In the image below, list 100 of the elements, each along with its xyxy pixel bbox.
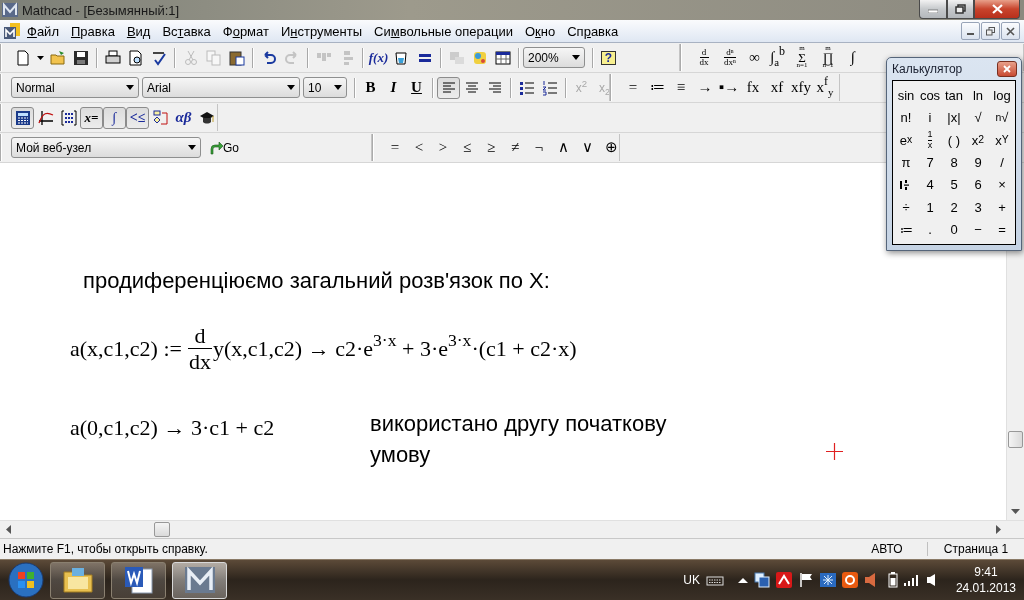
horizontal-scrollbar[interactable] xyxy=(0,520,1024,538)
calculator-key[interactable]: tan xyxy=(942,84,966,107)
derivative-button[interactable]: dⁿ dxⁿ xyxy=(717,46,743,69)
restore-button[interactable] xyxy=(981,22,1000,40)
calculus-button[interactable]: ∫ xyxy=(103,106,126,129)
calculator-key[interactable]: 5 xyxy=(942,173,966,197)
calculator-key[interactable]: ( ) xyxy=(942,128,966,152)
calculator-key[interactable]: 9 xyxy=(966,151,990,174)
evaluation-button[interactable]: x= xyxy=(80,106,103,129)
help-button[interactable]: ? xyxy=(597,46,620,69)
derivative-button[interactable]: d dx xyxy=(691,46,717,69)
calculator-key[interactable]: = xyxy=(990,218,1014,241)
window-title: Mathcad - [Безымянный:1] xyxy=(22,2,180,18)
minimize-button[interactable] xyxy=(919,0,947,19)
calculator-key[interactable]: log xyxy=(990,84,1014,107)
scrollbar-thumb[interactable] xyxy=(1008,430,1023,448)
calculator-key[interactable]: 4 xyxy=(918,173,942,197)
calculator-key[interactable]: × xyxy=(990,173,1014,197)
operator-button[interactable]: ∧ xyxy=(551,136,575,159)
clock-time[interactable]: 9:41 xyxy=(974,564,998,580)
style-dropdown[interactable]: Normal xyxy=(11,77,139,98)
operator-button[interactable]: xfy xyxy=(789,76,813,99)
calculator-key[interactable]: − xyxy=(966,218,990,241)
calculator-key[interactable]: √ xyxy=(966,106,990,129)
calculator-key[interactable]: π xyxy=(894,151,918,174)
operator-button[interactable]: xf xyxy=(765,76,789,99)
calculator-key[interactable]: 0 xyxy=(942,218,966,241)
operator-button[interactable]: → xyxy=(693,76,717,99)
status-page: Страница 1 xyxy=(927,542,1024,556)
menu-item[interactable]: Вставка xyxy=(156,23,217,39)
boolean-button[interactable]: <≤ xyxy=(126,106,149,129)
menu-item[interactable]: Окно xyxy=(519,23,562,39)
calculator-key[interactable]: 8 xyxy=(942,151,966,174)
font-size-dropdown[interactable]: 10 xyxy=(303,77,347,98)
language-indicator[interactable]: UK xyxy=(683,573,700,587)
calculator-key[interactable]: ln xyxy=(966,84,990,107)
operator-button[interactable]: ≤ xyxy=(455,136,479,159)
operator-button[interactable]: < xyxy=(407,136,431,159)
greek-button[interactable]: αβ xyxy=(172,106,195,129)
operator-button[interactable]: > xyxy=(431,136,455,159)
calculator-key[interactable]: |x| xyxy=(942,106,966,129)
menu-item[interactable]: Символьные операции xyxy=(368,23,519,39)
calculator-key[interactable]: / xyxy=(990,151,1014,174)
calculator-key[interactable]: 3 xyxy=(966,196,990,219)
operator-button[interactable]: ≔ xyxy=(645,76,669,99)
close-button[interactable] xyxy=(997,61,1017,77)
calculator-key[interactable]: cos xyxy=(918,84,942,107)
menu-item[interactable]: Вид xyxy=(120,23,157,39)
zoom-dropdown[interactable]: 200% xyxy=(523,47,585,68)
operator-button[interactable]: ∨ xyxy=(575,136,599,159)
calculator-key[interactable]: ≔ xyxy=(894,218,918,241)
calculator-key[interactable]: n! xyxy=(894,106,918,129)
text-button[interactable]: ∞ xyxy=(743,46,766,69)
calculator-key[interactable]: 1 x xyxy=(918,128,942,152)
taskbar-app-button[interactable] xyxy=(111,561,166,599)
restore-button[interactable] xyxy=(947,0,974,19)
font-dropdown[interactable]: Arial xyxy=(142,77,300,98)
operator-button[interactable]: ≠ xyxy=(503,136,527,159)
calculator-key[interactable]: ÷ xyxy=(894,196,918,219)
go-button[interactable]: Go xyxy=(204,136,244,159)
close-button[interactable] xyxy=(974,0,1020,19)
calculator-key[interactable]: . xyxy=(918,218,942,241)
calculator-key[interactable]: 1 xyxy=(918,196,942,219)
taskbar-app-button[interactable] xyxy=(50,561,105,599)
scrollbar-thumb[interactable] xyxy=(153,522,170,537)
calculator-key[interactable]: + xyxy=(990,196,1014,219)
function-button[interactable]: f(x) xyxy=(367,46,390,69)
calculator-key[interactable]: e$^{x}$ xyxy=(894,128,918,152)
calculator-key[interactable]: i xyxy=(918,106,942,129)
address-dropdown[interactable]: Мой веб-узел xyxy=(11,137,201,158)
italic-button[interactable]: I xyxy=(382,76,405,99)
calculator-key[interactable]: 2 xyxy=(942,196,966,219)
align-left-button[interactable] xyxy=(437,76,460,99)
calculator-key[interactable]: $^{n}$√ xyxy=(990,106,1014,129)
calculator-key[interactable]: sin xyxy=(894,84,918,107)
caret-icon xyxy=(188,145,196,150)
menu-item[interactable]: Файл xyxy=(21,23,65,39)
menu-item[interactable]: Правка xyxy=(64,23,121,39)
close-button[interactable] xyxy=(1001,22,1020,40)
operator-button[interactable]: = xyxy=(621,76,645,99)
text-button[interactable]: ∫ xyxy=(841,46,864,69)
menu-item[interactable]: Справка xyxy=(561,23,625,39)
operator-button[interactable]: ▪→ xyxy=(717,76,741,99)
menu-item[interactable]: Формат xyxy=(216,23,275,39)
operator-button[interactable]: ¬ xyxy=(527,136,551,159)
minimize-button[interactable] xyxy=(961,22,980,40)
bold-button[interactable]: B xyxy=(359,76,382,99)
operator-button[interactable]: = xyxy=(383,136,407,159)
underline-button[interactable]: U xyxy=(405,76,428,99)
calculator-key[interactable]: 6 xyxy=(966,173,990,197)
calculator-key[interactable]: x$^{Y}$ xyxy=(990,128,1014,152)
calculator-key[interactable]: x$^{2}$ xyxy=(966,128,990,152)
menu-item[interactable]: Инструменты xyxy=(274,23,369,39)
clock-date[interactable]: 24.01.2013 xyxy=(955,580,1016,596)
operator-button[interactable]: ≡ xyxy=(669,76,693,99)
calculator-button[interactable] xyxy=(11,106,34,129)
operator-button[interactable]: ≥ xyxy=(479,136,503,159)
calculator-key[interactable]: 7 xyxy=(918,151,942,174)
operator-button[interactable]: fx xyxy=(741,76,765,99)
operator-button[interactable]: ⊕ xyxy=(599,136,619,159)
